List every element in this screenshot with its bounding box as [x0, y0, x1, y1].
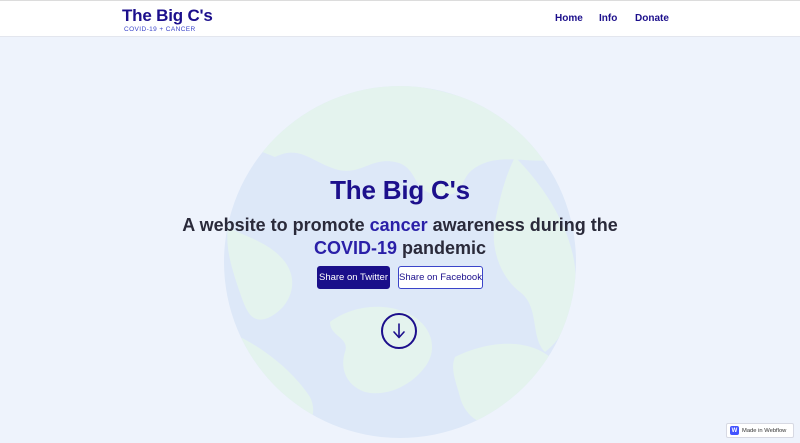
nav-link-home[interactable]: Home	[555, 13, 583, 24]
webflow-logo-icon: W	[730, 426, 739, 435]
subtitle-highlight-covid: COVID-19	[313, 238, 397, 258]
brand-title: The Big C's	[122, 6, 213, 25]
hero-title: The Big C's	[330, 175, 470, 205]
hero-section: The Big C's A website to promote cancer …	[0, 37, 800, 443]
hero-content: The Big C's A website to promote cancer …	[0, 37, 800, 443]
made-in-webflow-badge[interactable]: W Made in Webflow	[726, 423, 794, 438]
share-facebook-button[interactable]: Share on Facebook	[398, 266, 483, 289]
subtitle-text-2: awareness during the	[427, 215, 618, 235]
brand-subtitle: COVID-19 + CANCER	[124, 26, 196, 33]
nav-link-donate[interactable]: Donate	[635, 13, 669, 24]
hero-subtitle: A website to promote cancer awareness du…	[150, 214, 650, 260]
badge-label: Made in Webflow	[742, 427, 787, 434]
navbar: The Big C's COVID-19 + CANCER Home Info …	[0, 0, 800, 37]
subtitle-text-1: A website to promote	[182, 215, 370, 235]
subtitle-highlight-cancer: cancer	[369, 215, 428, 235]
share-twitter-button[interactable]: Share on Twitter	[317, 266, 390, 289]
nav-link-info[interactable]: Info	[599, 13, 617, 24]
subtitle-text-3: pandemic	[397, 238, 487, 258]
arrow-down-icon	[393, 323, 405, 339]
brand-logo-link[interactable]: The Big C's COVID-19 + CANCER	[122, 6, 213, 34]
scroll-down-button[interactable]	[381, 313, 417, 349]
